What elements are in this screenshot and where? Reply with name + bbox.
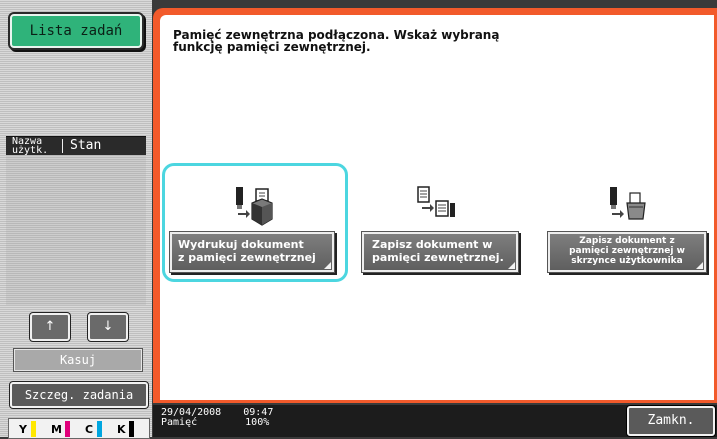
function-save-to-usb[interactable]: Zapisz dokument w pamięci zewnętrznej. [362, 185, 522, 272]
toner-k-bar [129, 421, 134, 437]
arrow-down-icon: ↓ [102, 319, 114, 334]
corner-mark [508, 262, 515, 269]
print-from-usb-button[interactable]: Wydrukuj dokument z pamięci zewnętrznej [170, 232, 334, 272]
memory-label: Pamięć [161, 417, 198, 428]
usb-to-box-icon [610, 187, 646, 220]
save-to-usb-button[interactable]: Zapisz dokument w pamięci zewnętrznej. [362, 232, 518, 272]
save-to-usb-label: Zapisz dokument w pamięci zewnętrznej. [372, 238, 504, 264]
toner-c-label: C [85, 423, 94, 436]
save-usb-to-box-button[interactable]: Zapisz dokument z pamięci zewnętrznej w … [548, 232, 706, 272]
job-details-button[interactable]: Szczeg. zadania [10, 382, 148, 408]
toner-y-bar [31, 421, 36, 437]
document-to-usb-icon [417, 186, 455, 217]
status-bar: 29/04/2008 09:47 Pamięć 100% Zamkn. [153, 405, 717, 437]
scroll-up-button[interactable]: ↑ [30, 313, 70, 341]
column-separator [62, 139, 63, 153]
toner-m-label: M [51, 423, 62, 436]
function-print-from-usb[interactable]: Wydrukuj dokument z pamięci zewnętrznej [170, 185, 336, 272]
sidebar: Lista zadań Nazwa użytk. Stan ↑ ↓ Kasuj … [0, 0, 152, 439]
toner-c-bar [97, 421, 102, 437]
job-list-header: Nazwa użytk. Stan [6, 136, 146, 156]
corner-mark [324, 262, 331, 269]
instruction-message: Pamięć zewnętrzna podłączona. Wskaż wybr… [173, 28, 500, 54]
arrow-up-icon: ↑ [44, 319, 56, 334]
job-list-button[interactable]: Lista zadań [10, 14, 142, 48]
print-from-usb-label: Wydrukuj dokument z pamięci zewnętrznej [178, 238, 316, 264]
scroll-down-button[interactable]: ↓ [88, 313, 128, 341]
toner-k-label: K [117, 423, 126, 436]
function-save-usb-to-box[interactable]: Zapisz dokument z pamięci zewnętrznej w … [548, 185, 708, 272]
toner-m-bar [65, 421, 70, 437]
job-list-area [6, 155, 146, 305]
column-user-name: Nazwa użytk. [12, 136, 49, 156]
close-button[interactable]: Zamkn. [627, 406, 715, 436]
toner-y-label: Y [19, 423, 27, 436]
corner-mark [696, 262, 703, 269]
column-status: Stan [70, 138, 102, 153]
toner-levels: Y M C K [8, 418, 150, 439]
memory-value: 100% [245, 417, 270, 428]
date-time: 29/04/2008 09:47 Pamięć 100% [161, 408, 273, 428]
usb-to-printer-icon [236, 187, 273, 226]
delete-button[interactable]: Kasuj [14, 349, 142, 371]
save-usb-to-box-label: Zapisz dokument z pamięci zewnętrznej w … [569, 236, 685, 266]
